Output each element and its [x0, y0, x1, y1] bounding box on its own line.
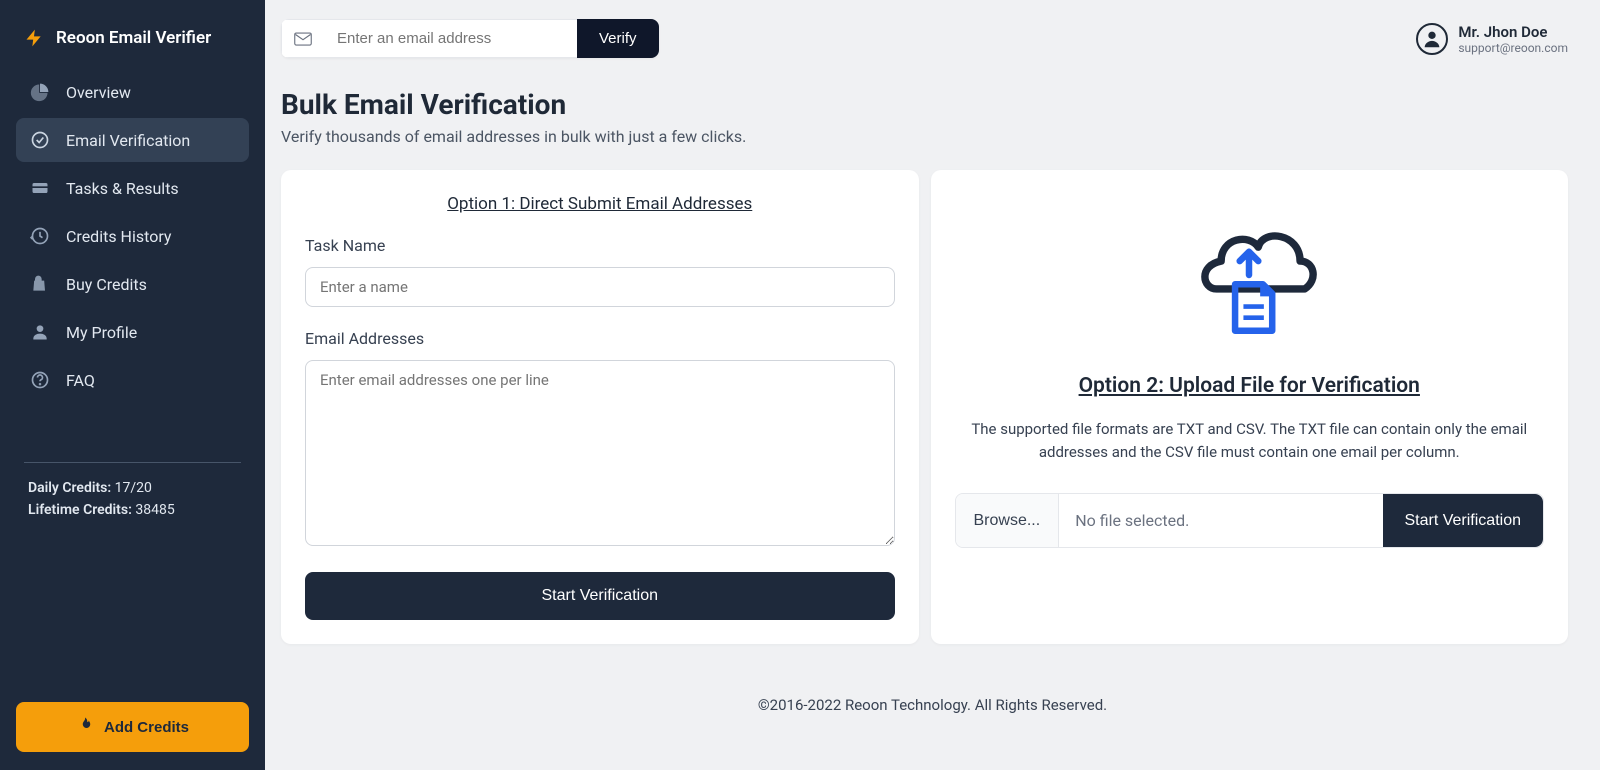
nav-label: Tasks & Results [66, 179, 179, 198]
option1-card: Option 1: Direct Submit Email Addresses … [281, 170, 919, 644]
page-title: Bulk Email Verification [281, 88, 1584, 121]
user-info[interactable]: Mr. Jhon Doe support@reoon.com [1416, 23, 1568, 55]
nav-label: FAQ [66, 371, 95, 390]
sidebar-item-my-profile[interactable]: My Profile [16, 310, 249, 354]
option2-card: Option 2: Upload File for Verification T… [931, 170, 1569, 644]
topbar: Verify Mr. Jhon Doe support@reoon.com [265, 0, 1600, 58]
credits-info: Daily Credits: 17/20 Lifetime Credits: 3… [16, 477, 249, 522]
user-icon [30, 322, 50, 342]
fire-icon [76, 716, 94, 738]
add-credits-button[interactable]: Add Credits [16, 702, 249, 752]
sidebar-item-credits-history[interactable]: Credits History [16, 214, 249, 258]
email-icon [281, 19, 323, 58]
lifetime-credits-label: Lifetime Credits: [28, 502, 132, 518]
sidebar-item-faq[interactable]: FAQ [16, 358, 249, 402]
history-icon [30, 226, 50, 246]
daily-credits-value: 17/20 [115, 480, 152, 496]
pie-chart-icon [30, 82, 50, 102]
avatar-icon [1416, 23, 1448, 55]
sidebar-item-buy-credits[interactable]: Buy Credits [16, 262, 249, 306]
file-upload-row: Browse... No file selected. Start Verifi… [955, 493, 1545, 548]
main-content: Verify Mr. Jhon Doe support@reoon.com Bu… [265, 0, 1600, 770]
option1-heading: Option 1: Direct Submit Email Addresses [305, 194, 895, 214]
nav-list: Overview Email Verification Tasks & Resu… [16, 70, 249, 402]
card-icon [30, 178, 50, 198]
lightning-icon [24, 28, 44, 48]
sidebar: Reoon Email Verifier Overview Email Veri… [0, 0, 265, 770]
sidebar-item-overview[interactable]: Overview [16, 70, 249, 114]
browse-button[interactable]: Browse... [956, 494, 1060, 547]
option2-heading: Option 2: Upload File for Verification [1079, 374, 1420, 398]
nav-label: My Profile [66, 323, 137, 342]
sidebar-item-tasks-results[interactable]: Tasks & Results [16, 166, 249, 210]
daily-credits-label: Daily Credits: [28, 480, 111, 496]
nav-label: Credits History [66, 227, 171, 246]
brand: Reoon Email Verifier [16, 28, 249, 64]
lifetime-credits-value: 38485 [135, 502, 174, 518]
start-verification-button-2[interactable]: Start Verification [1383, 494, 1544, 547]
file-status-text: No file selected. [1059, 494, 1382, 547]
task-name-label: Task Name [305, 236, 895, 255]
check-circle-icon [30, 130, 50, 150]
add-credits-label: Add Credits [104, 719, 189, 736]
user-email: support@reoon.com [1458, 41, 1568, 55]
question-icon [30, 370, 50, 390]
nav-label: Buy Credits [66, 275, 147, 294]
verify-button[interactable]: Verify [577, 19, 659, 58]
bag-icon [30, 274, 50, 294]
quick-verify-group: Verify [281, 19, 659, 58]
sidebar-divider [24, 462, 241, 463]
cloud-upload-icon [1174, 210, 1324, 344]
user-name: Mr. Jhon Doe [1458, 23, 1568, 41]
footer-copyright: ©2016-2022 Reoon Technology. All Rights … [265, 644, 1600, 714]
nav-label: Overview [66, 83, 131, 102]
brand-title: Reoon Email Verifier [56, 28, 211, 48]
page-subtitle: Verify thousands of email addresses in b… [281, 127, 1584, 146]
quick-email-input[interactable] [323, 19, 577, 58]
page-header: Bulk Email Verification Verify thousands… [265, 58, 1600, 170]
cards-row: Option 1: Direct Submit Email Addresses … [265, 170, 1600, 644]
task-name-input[interactable] [305, 267, 895, 307]
option2-description: The supported file formats are TXT and C… [955, 418, 1545, 463]
nav-label: Email Verification [66, 131, 190, 150]
start-verification-button-1[interactable]: Start Verification [305, 572, 895, 620]
email-addresses-label: Email Addresses [305, 329, 895, 348]
email-addresses-textarea[interactable] [305, 360, 895, 546]
sidebar-item-email-verification[interactable]: Email Verification [16, 118, 249, 162]
